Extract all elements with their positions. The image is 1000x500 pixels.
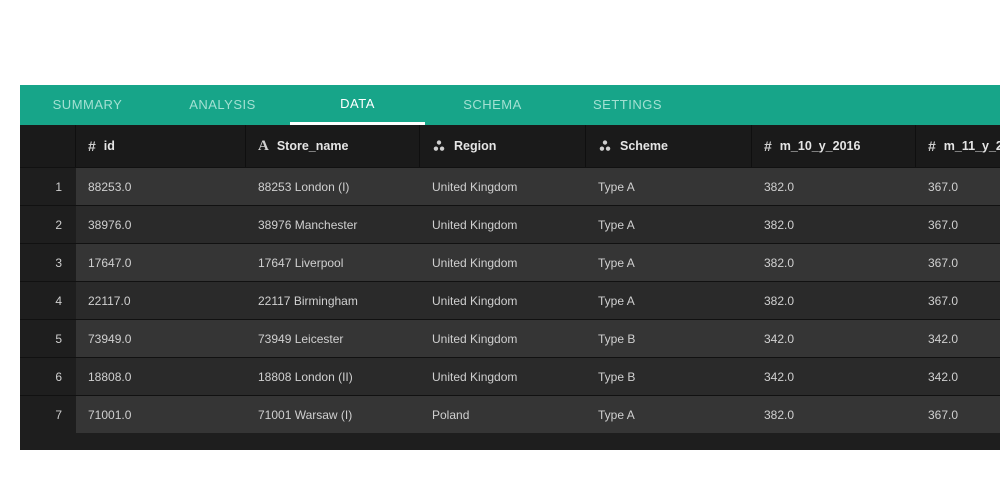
cell-store-name[interactable]: 18808 London (II) [246, 357, 420, 395]
col-header-region[interactable]: Region [420, 125, 586, 167]
row-number: 7 [20, 395, 76, 433]
tab-schema[interactable]: SCHEMA [425, 85, 560, 125]
col-header-id[interactable]: # id [76, 125, 246, 167]
cell-region[interactable]: United Kingdom [420, 205, 586, 243]
row-number: 6 [20, 357, 76, 395]
cell-m11[interactable]: 367.0 [916, 395, 1000, 433]
cell-m10[interactable]: 382.0 [752, 281, 916, 319]
cell-region[interactable]: United Kingdom [420, 281, 586, 319]
cell-m10[interactable]: 342.0 [752, 357, 916, 395]
cell-store-name[interactable]: 38976 Manchester [246, 205, 420, 243]
tab-settings[interactable]: SETTINGS [560, 85, 695, 125]
col-header-m10[interactable]: # m_10_y_2016 [752, 125, 916, 167]
col-header-label: m_11_y_2016 [944, 139, 1000, 153]
cell-m11[interactable]: 342.0 [916, 357, 1000, 395]
col-header-scheme[interactable]: Scheme [586, 125, 752, 167]
cell-store-name[interactable]: 17647 Liverpool [246, 243, 420, 281]
col-header-label: m_10_y_2016 [780, 139, 861, 153]
col-header-label: id [104, 139, 115, 153]
cell-id[interactable]: 71001.0 [76, 395, 246, 433]
row-number: 1 [20, 167, 76, 205]
category-icon [598, 139, 612, 153]
text-icon: A [258, 138, 269, 155]
cell-m11[interactable]: 367.0 [916, 243, 1000, 281]
cell-scheme[interactable]: Type A [586, 167, 752, 205]
cell-id[interactable]: 17647.0 [76, 243, 246, 281]
row-number: 5 [20, 319, 76, 357]
cell-scheme[interactable]: Type A [586, 395, 752, 433]
cell-scheme[interactable]: Type B [586, 319, 752, 357]
number-icon: # [764, 138, 772, 154]
cell-store-name[interactable]: 73949 Leicester [246, 319, 420, 357]
tab-data[interactable]: DATA [290, 85, 425, 125]
cell-scheme[interactable]: Type A [586, 205, 752, 243]
tab-bar: SUMMARY ANALYSIS DATA SCHEMA SETTINGS [20, 85, 1000, 125]
cell-store-name[interactable]: 88253 London (I) [246, 167, 420, 205]
data-table: # id A Store_name Region Scheme # [20, 125, 1000, 450]
col-header-label: Scheme [620, 139, 668, 153]
cell-scheme[interactable]: Type A [586, 281, 752, 319]
number-icon: # [928, 138, 936, 154]
row-number: 3 [20, 243, 76, 281]
cell-m10[interactable]: 382.0 [752, 243, 916, 281]
cell-region[interactable]: United Kingdom [420, 319, 586, 357]
col-header-label: Region [454, 139, 496, 153]
cell-m11[interactable]: 367.0 [916, 205, 1000, 243]
col-header-m11[interactable]: # m_11_y_2016 [916, 125, 1000, 167]
cell-m10[interactable]: 382.0 [752, 167, 916, 205]
cell-scheme[interactable]: Type B [586, 357, 752, 395]
cell-id[interactable]: 73949.0 [76, 319, 246, 357]
cell-id[interactable]: 22117.0 [76, 281, 246, 319]
cell-region[interactable]: United Kingdom [420, 243, 586, 281]
tab-summary[interactable]: SUMMARY [20, 85, 155, 125]
cell-region[interactable]: United Kingdom [420, 167, 586, 205]
cell-region[interactable]: United Kingdom [420, 357, 586, 395]
cell-m10[interactable]: 382.0 [752, 205, 916, 243]
col-header-store-name[interactable]: A Store_name [246, 125, 420, 167]
number-icon: # [88, 138, 96, 154]
cell-id[interactable]: 18808.0 [76, 357, 246, 395]
cell-store-name[interactable]: 71001 Warsaw (I) [246, 395, 420, 433]
col-header-label: Store_name [277, 139, 349, 153]
cell-id[interactable]: 88253.0 [76, 167, 246, 205]
cell-m11[interactable]: 367.0 [916, 281, 1000, 319]
row-number: 4 [20, 281, 76, 319]
cell-region[interactable]: Poland [420, 395, 586, 433]
col-header-rownum[interactable] [20, 125, 76, 167]
cell-m11[interactable]: 367.0 [916, 167, 1000, 205]
cell-id[interactable]: 38976.0 [76, 205, 246, 243]
cell-m11[interactable]: 342.0 [916, 319, 1000, 357]
cell-store-name[interactable]: 22117 Birmingham [246, 281, 420, 319]
cell-m10[interactable]: 382.0 [752, 395, 916, 433]
tab-analysis[interactable]: ANALYSIS [155, 85, 290, 125]
row-number: 2 [20, 205, 76, 243]
cell-m10[interactable]: 342.0 [752, 319, 916, 357]
cell-scheme[interactable]: Type A [586, 243, 752, 281]
category-icon [432, 139, 446, 153]
